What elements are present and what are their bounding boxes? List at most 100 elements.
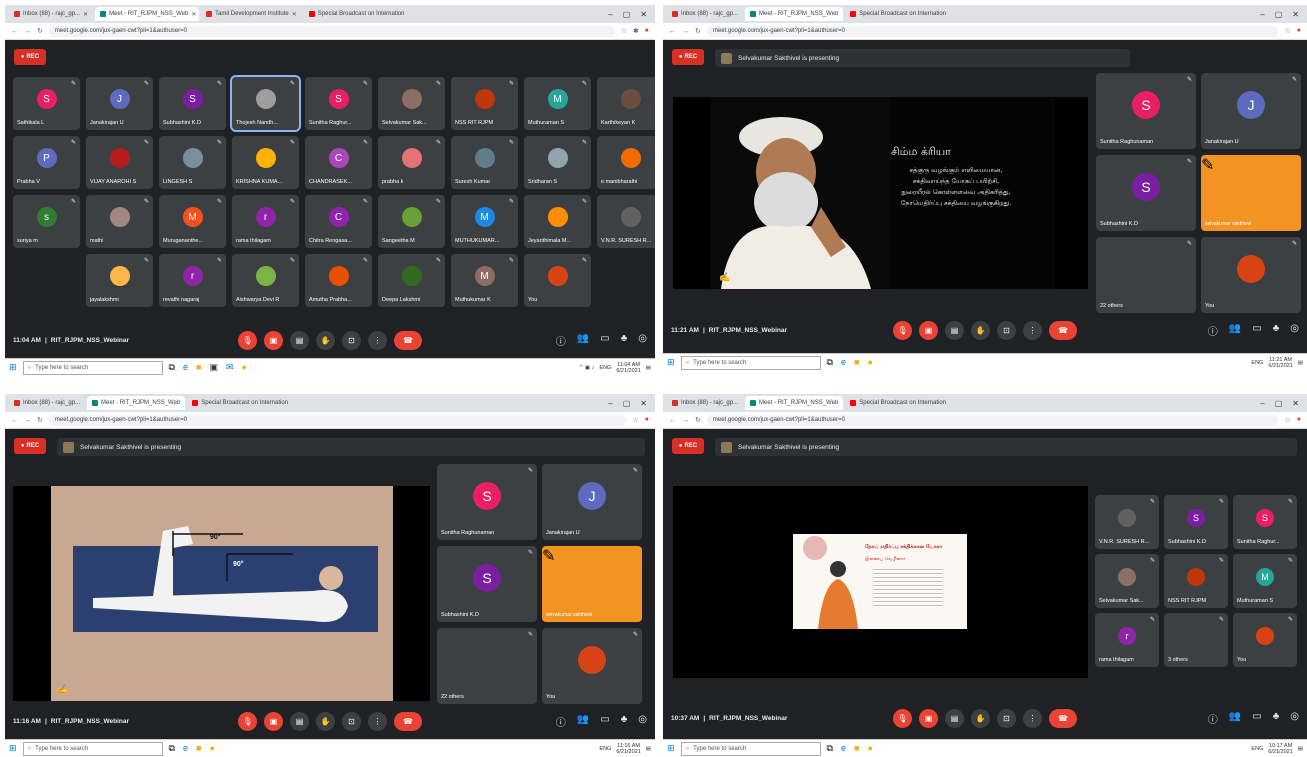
participant-tile[interactable]: s ✎ suriya m (13, 195, 80, 248)
close-icon[interactable]: ✕ (191, 11, 196, 18)
chrome-icon[interactable]: ● (242, 362, 247, 373)
browser-tab[interactable]: Inbox (88) - rajc_gp... (9, 396, 85, 410)
minimize-icon[interactable]: – (608, 399, 612, 408)
participant-tile[interactable]: ✎ Sridharan S (524, 136, 591, 189)
participant-tile[interactable]: M ✎ MUTHUKUMAR... (451, 195, 518, 248)
edge-icon[interactable]: e (183, 362, 188, 373)
participant-tile[interactable]: ✎ jayalakshmi (86, 254, 153, 307)
taskbar-search[interactable]: ○ Type here to search (22, 360, 163, 375)
captions-icon[interactable]: ▤ (290, 711, 309, 731)
mic-off-icon[interactable]: 🎙 (238, 330, 257, 350)
people-icon[interactable]: 👥 (1229, 323, 1241, 338)
lock-icon[interactable]: ◎ (1290, 711, 1299, 726)
chrome-icon[interactable]: ● (867, 357, 872, 368)
activities-icon[interactable]: ♣ (621, 714, 628, 729)
file-explorer-icon[interactable]: ■ (196, 743, 201, 754)
reload-icon[interactable]: ↻ (37, 416, 43, 424)
participant-tile[interactable]: M ✎ Muthuraman S (1233, 554, 1297, 608)
participant-tile[interactable]: M ✎ Muthukumar K (451, 254, 518, 307)
back-icon[interactable]: ← (11, 28, 18, 35)
maximize-icon[interactable]: ▢ (623, 10, 631, 19)
participant-tile[interactable]: ✎ Thojesh Nandh... (230, 75, 301, 132)
browser-tab[interactable]: Special Broadcast on Internation (845, 396, 949, 410)
end-call-button[interactable]: ☎ (1049, 708, 1077, 728)
people-icon[interactable]: 👥 (577, 333, 589, 348)
participant-tile[interactable]: r ✎ rama thilagam (232, 195, 299, 248)
participant-tile[interactable]: ✎ Suresh Kumar (451, 136, 518, 189)
participant-tile[interactable]: ✎ You (524, 254, 591, 307)
participant-tile[interactable]: S ✎ Subhashini K.D (1164, 495, 1228, 549)
raise-hand-icon[interactable]: ✋ (316, 330, 335, 350)
more-options-icon[interactable]: ⋮ (368, 330, 387, 350)
file-explorer-icon[interactable]: ■ (196, 362, 201, 373)
participant-tile[interactable]: S ✎ Subhashini K.D (437, 546, 537, 622)
forward-icon[interactable]: → (24, 417, 31, 424)
participant-tile[interactable]: ✎ NSS RIT RJPM (451, 77, 518, 130)
url-field[interactable]: meet.google.com/jux-gaen-cwt?pli=1&authu… (48, 25, 615, 37)
notification-icon[interactable]: ▤ (646, 746, 651, 752)
activities-icon[interactable]: ♣ (1273, 711, 1280, 726)
participant-tile[interactable]: ✎ Aishwarya Devi R (232, 254, 299, 307)
participant-tile[interactable]: ✎ Deepa Lakshmi (378, 254, 445, 307)
captions-icon[interactable]: ▤ (945, 708, 964, 728)
notification-icon[interactable]: ▤ (1298, 360, 1303, 366)
end-call-button[interactable]: ☎ (394, 711, 422, 731)
edge-icon[interactable]: e (841, 357, 846, 368)
clock[interactable]: 10:17 AM 6/21/2021 (1268, 743, 1292, 755)
windows-start-icon[interactable]: ⊞ (667, 743, 675, 754)
info-icon[interactable]: ⓘ (556, 333, 566, 348)
people-icon[interactable]: 👥 (1229, 711, 1241, 726)
present-icon[interactable]: ⊡ (997, 708, 1016, 728)
browser-tab[interactable]: Tamil Development Institute ✕ (201, 7, 302, 21)
participant-tile[interactable]: ✎ 3 others (1164, 613, 1228, 667)
reload-icon[interactable]: ↻ (695, 27, 701, 35)
mail-icon[interactable]: ✉ (226, 362, 234, 373)
forward-icon[interactable]: → (682, 417, 689, 424)
minimize-icon[interactable]: – (1260, 399, 1264, 408)
close-icon[interactable]: ✕ (83, 11, 88, 18)
windows-start-icon[interactable]: ⊞ (667, 357, 675, 368)
participant-tile[interactable]: ✎ VIJAY ANAROHI S (86, 136, 153, 189)
participant-tile[interactable]: ✎ Selvakumar Sak... (378, 77, 445, 130)
notification-icon[interactable]: ▤ (1298, 746, 1303, 752)
camera-off-icon[interactable]: ▣ (919, 708, 938, 728)
participant-tile[interactable]: M ✎ Murugananthe... (159, 195, 226, 248)
chrome-icon[interactable]: ● (867, 743, 872, 754)
profile-icon[interactable]: ● (1297, 27, 1301, 35)
language-indicator[interactable]: ENG (599, 746, 611, 752)
task-view-icon[interactable]: ⧉ (169, 743, 175, 754)
url-field[interactable]: meet.google.com/jux-gaen-cwt?pli=1&authu… (706, 414, 1279, 426)
minimize-icon[interactable]: – (608, 10, 612, 19)
participant-tile[interactable]: ✎ Selvakumar Sak... (1095, 554, 1159, 608)
camera-off-icon[interactable]: ▣ (264, 711, 283, 731)
task-view-icon[interactable]: ⧉ (827, 357, 833, 368)
more-options-icon[interactable]: ⋮ (1023, 320, 1042, 340)
participant-tile[interactable]: S ✎ Sunitha Raghur... (1233, 495, 1297, 549)
participant-tile[interactable]: S ✎ Subhashini K.D (159, 77, 226, 130)
participant-tile[interactable]: ✎ selvakumar sakthivel (542, 546, 642, 622)
participant-tile[interactable]: ✎e.manibharathi (597, 136, 655, 189)
language-indicator[interactable]: ENG (1251, 360, 1263, 366)
participant-tile[interactable]: J ✎ Janakirajan U (542, 464, 642, 540)
chat-icon[interactable]: ▭ (600, 333, 609, 348)
more-options-icon[interactable]: ⋮ (1023, 708, 1042, 728)
camera-off-icon[interactable]: ▣ (919, 320, 938, 340)
clock[interactable]: 11:21 AM 6/21/2021 (1268, 357, 1292, 369)
captions-icon[interactable]: ▤ (290, 330, 309, 350)
mic-off-icon[interactable]: 🎙 (893, 320, 912, 340)
star-icon[interactable]: ☆ (1284, 416, 1290, 424)
participant-tile[interactable]: S ✎ Sunitha Raghunaman (437, 464, 537, 540)
participant-tile[interactable]: ✎ LINGESH S (159, 136, 226, 189)
chat-icon[interactable]: ▭ (1252, 323, 1261, 338)
participant-tile[interactable]: S ✎ Sunitha Raghur... (305, 77, 372, 130)
raise-hand-icon[interactable]: ✋ (316, 711, 335, 731)
back-icon[interactable]: ← (669, 28, 676, 35)
raise-hand-icon[interactable]: ✋ (971, 708, 990, 728)
task-view-icon[interactable]: ⧉ (169, 362, 175, 373)
participant-tile[interactable]: ✎ prabha k (378, 136, 445, 189)
clock[interactable]: 11:16 AM 6/21/2021 (616, 743, 640, 755)
star-icon[interactable]: ☆ (632, 416, 638, 424)
window-close-icon[interactable]: ✕ (1292, 10, 1299, 19)
participant-tile[interactable]: r ✎ revathi nagaraj (159, 254, 226, 307)
close-icon[interactable]: ✕ (292, 11, 297, 18)
